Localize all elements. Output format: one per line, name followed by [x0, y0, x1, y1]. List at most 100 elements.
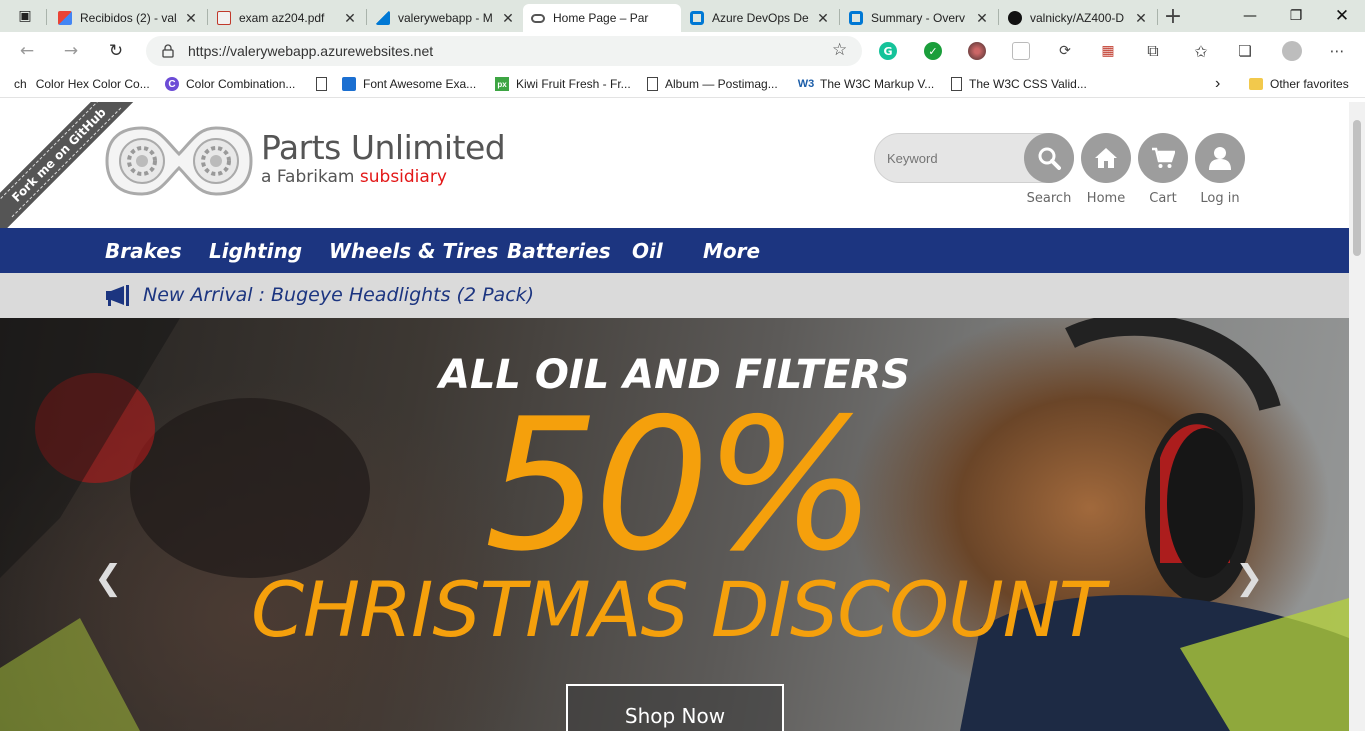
page-icon: [951, 77, 962, 91]
nav-lighting[interactable]: Lighting: [209, 239, 302, 263]
refresh-icon[interactable]: ↻: [105, 40, 127, 62]
extension-icon[interactable]: ▦: [1099, 42, 1117, 60]
more-menu-icon[interactable]: ⋯: [1328, 42, 1346, 60]
lock-icon[interactable]: [162, 44, 174, 58]
forward-icon[interactable]: →: [60, 40, 82, 62]
check-icon[interactable]: ✓: [924, 42, 942, 60]
url-text: https://valerywebapp.azurewebsites.net: [188, 43, 434, 59]
bookmark-label: Color Hex Color Co...: [35, 77, 150, 91]
cart-button[interactable]: [1138, 133, 1188, 183]
parts-unlimited-icon: [531, 13, 545, 23]
search-icon: [1038, 147, 1061, 170]
tab-actions-icon[interactable]: ▣: [14, 5, 36, 27]
profile-avatar[interactable]: [1282, 41, 1302, 61]
extensions-puzzle-icon[interactable]: ⧉: [1144, 41, 1162, 60]
carousel-prev-icon[interactable]: ❮: [94, 558, 123, 598]
close-icon[interactable]: ✕: [501, 10, 515, 27]
home-label[interactable]: Home: [1076, 191, 1136, 206]
favorites-icon[interactable]: ✩: [1192, 42, 1210, 61]
close-icon[interactable]: ✕: [975, 10, 989, 27]
bookmark-label: Album — Postimag...: [665, 77, 778, 91]
bookmark-label: Kiwi Fruit Fresh - Fr...: [516, 77, 631, 91]
nav-batteries[interactable]: Batteries: [507, 239, 611, 263]
tab-gmail[interactable]: Recibidos (2) - val ✕: [50, 4, 206, 32]
collections-icon[interactable]: ❏: [1236, 42, 1254, 60]
back-icon[interactable]: ←: [16, 40, 38, 62]
url-field[interactable]: https://valerywebapp.azurewebsites.net ☆: [146, 36, 862, 66]
cart-label[interactable]: Cart: [1133, 191, 1193, 206]
tab-azure[interactable]: valerywebapp - M ✕: [368, 4, 523, 32]
hero-subheadline: CHRISTMAS DISCOUNT: [250, 565, 1105, 654]
login-button[interactable]: [1195, 133, 1245, 183]
nav-wheels-tires[interactable]: Wheels & Tires: [329, 239, 498, 263]
bookmark-colorhex[interactable]: ch Color Hex Color Co...: [14, 75, 150, 93]
shop-now-button[interactable]: Shop Now: [566, 684, 784, 731]
nav-more[interactable]: More: [703, 239, 760, 263]
tab-summary[interactable]: Summary - Overv ✕: [841, 4, 997, 32]
other-favorites[interactable]: Other favorites: [1249, 75, 1349, 93]
bookmark-fontawesome[interactable]: Font Awesome Exa...: [316, 75, 476, 93]
tagline-highlight: subsidiary: [359, 167, 447, 187]
folder-icon: [1249, 77, 1263, 91]
tab-title: Home Page – Par: [553, 11, 649, 25]
restore-icon[interactable]: ❐: [1273, 0, 1319, 32]
brand-tagline: a Fabrikam subsidiary: [261, 167, 447, 187]
close-icon[interactable]: ✕: [1134, 10, 1148, 27]
extension-icon[interactable]: [1012, 42, 1030, 60]
tab-separator: [207, 9, 208, 25]
tab-separator: [366, 9, 367, 25]
announcement-bar: New Arrival : Bugeye Headlights (2 Pack): [0, 273, 1349, 318]
grammarly-icon[interactable]: G: [879, 42, 897, 60]
bookmarks-bar: ch Color Hex Color Co... C Color Combina…: [0, 70, 1365, 98]
page-scrollbar[interactable]: [1349, 102, 1365, 731]
megaphone-icon: [106, 285, 129, 306]
hero-carousel: ALL OIL AND FILTERS 50% CHRISTMAS DISCOU…: [0, 318, 1349, 731]
bookmark-w3c-markup[interactable]: W3 The W3C Markup V...: [798, 75, 935, 93]
bookmark-w3c-css[interactable]: The W3C CSS Valid...: [951, 75, 1087, 93]
search-label[interactable]: Search: [1019, 191, 1079, 206]
announcement-text[interactable]: New Arrival : Bugeye Headlights (2 Pack): [143, 284, 534, 306]
tab-azure-devops[interactable]: Azure DevOps De ✕: [682, 4, 838, 32]
tab-bar: ▣ Recibidos (2) - val ✕ exam az204.pdf ✕…: [0, 0, 1365, 32]
extension-icon[interactable]: [968, 42, 986, 60]
colorcombos-icon: C: [165, 77, 179, 91]
home-button[interactable]: [1081, 133, 1131, 183]
bookmark-postimages[interactable]: Album — Postimag...: [647, 75, 778, 93]
pdf-icon: [217, 11, 231, 25]
tab-home-page[interactable]: Home Page – Par: [523, 4, 681, 32]
hero-discount-percent: 50%: [484, 379, 877, 591]
bookmark-colorcombos[interactable]: C Color Combination...: [165, 75, 295, 93]
bookmark-label: The W3C CSS Valid...: [969, 77, 1087, 91]
azure-devops-icon: [690, 11, 704, 25]
nav-brakes[interactable]: Brakes: [105, 239, 182, 263]
colorhex-icon: ch: [14, 77, 27, 91]
tab-pdf[interactable]: exam az204.pdf ✕: [209, 4, 365, 32]
bookmark-kiwi[interactable]: px Kiwi Fruit Fresh - Fr...: [495, 75, 631, 93]
close-icon[interactable]: ✕: [816, 10, 830, 27]
nav-oil[interactable]: Oil: [632, 239, 663, 263]
tab-separator: [46, 9, 47, 25]
brand-name[interactable]: Parts Unlimited: [261, 128, 506, 167]
minimize-icon[interactable]: —: [1227, 0, 1273, 32]
tab-title: Azure DevOps De: [712, 11, 809, 25]
close-icon[interactable]: ✕: [184, 10, 198, 27]
other-favorites-label: Other favorites: [1270, 77, 1349, 91]
scrollbar-thumb[interactable]: [1353, 120, 1361, 256]
search-input[interactable]: [887, 148, 1017, 168]
close-icon[interactable]: ✕: [343, 10, 357, 27]
search-button[interactable]: [1024, 133, 1074, 183]
github-icon: [1008, 11, 1022, 25]
ribbon-text: Fork me on GitHub: [0, 102, 122, 218]
tab-title: valerywebapp - M: [398, 11, 493, 25]
sync-icon[interactable]: ⟳: [1056, 42, 1074, 60]
tab-title: Summary - Overv: [871, 11, 966, 25]
cart-icon: [1152, 147, 1175, 168]
parts-unlimited-logo[interactable]: [105, 124, 253, 198]
tab-github[interactable]: valnicky/AZ400-D ✕: [1000, 4, 1156, 32]
window-close-icon[interactable]: ✕: [1319, 0, 1365, 32]
add-favorite-icon[interactable]: ☆: [832, 40, 847, 60]
new-tab-icon[interactable]: +: [1150, 0, 1196, 32]
bookmarks-overflow-icon[interactable]: ›: [1215, 75, 1220, 93]
carousel-next-icon[interactable]: ❯: [1235, 558, 1264, 598]
login-label[interactable]: Log in: [1190, 191, 1250, 206]
